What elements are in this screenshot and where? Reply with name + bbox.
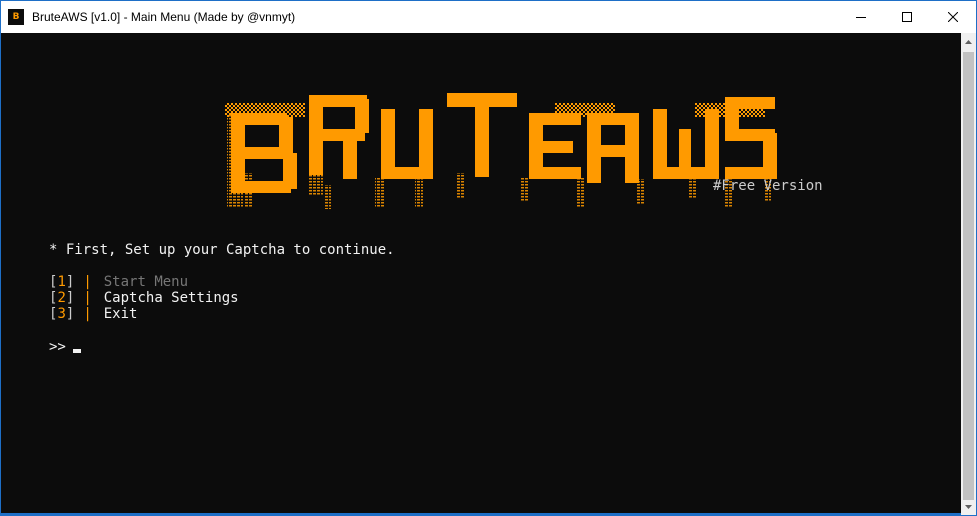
window-title: BruteAWS [v1.0] - Main Menu (Made by @vn… — [32, 10, 296, 24]
console-output[interactable]: #Free Version * First, Set up your Captc… — [1, 33, 961, 515]
menu-item-start-menu[interactable]: [1] | Start Menu — [49, 274, 188, 290]
menu-bracket-open: [ — [49, 290, 58, 306]
menu-item-number: 3 — [57, 306, 66, 322]
menu-item-exit[interactable]: [3] | Exit — [49, 306, 137, 322]
menu-item-number: 1 — [57, 274, 66, 290]
window-controls — [838, 1, 976, 33]
menu-item-number: 2 — [57, 290, 66, 306]
input-prompt: >> — [49, 339, 66, 355]
menu-item-label: Start Menu — [103, 274, 189, 290]
minimize-icon — [856, 17, 866, 18]
menu-bracket-open: [ — [49, 306, 58, 322]
scroll-up-icon — [965, 39, 972, 44]
app-icon-glyph: B — [12, 11, 20, 22]
menu-item-captcha-settings[interactable]: [2] | Captcha Settings — [49, 290, 239, 306]
maximize-icon — [902, 12, 912, 22]
menu-separator: | — [83, 274, 92, 290]
scroll-down-button[interactable] — [961, 498, 976, 515]
captcha-notice: * First, Set up your Captcha to continue… — [49, 242, 395, 258]
menu-bracket-close: ] — [65, 274, 75, 290]
text-cursor[interactable] — [73, 349, 81, 353]
menu-bracket-open: [ — [49, 274, 58, 290]
bruteaws-ascii-logo — [225, 93, 777, 209]
menu-item-label: Captcha Settings — [103, 290, 239, 306]
maximize-button[interactable] — [884, 1, 930, 33]
menu-separator: | — [83, 306, 92, 322]
scroll-thumb[interactable] — [963, 52, 974, 500]
version-tag: #Free Version — [713, 178, 823, 194]
app-icon[interactable]: B — [8, 9, 24, 25]
minimize-button[interactable] — [838, 1, 884, 33]
scroll-down-icon — [965, 504, 972, 509]
menu-separator: | — [83, 290, 92, 306]
menu-item-label: Exit — [103, 306, 138, 322]
menu-bracket-close: ] — [65, 290, 75, 306]
menu-bracket-close: ] — [65, 306, 75, 322]
console-window: B BruteAWS [v1.0] - Main Menu (Made by @… — [0, 0, 977, 516]
window-bottom-edge — [1, 513, 961, 515]
close-icon — [948, 12, 958, 22]
scroll-up-button[interactable] — [961, 33, 976, 50]
title-bar[interactable]: B BruteAWS [v1.0] - Main Menu (Made by @… — [1, 1, 976, 33]
close-button[interactable] — [930, 1, 976, 33]
vertical-scrollbar[interactable] — [961, 33, 976, 515]
